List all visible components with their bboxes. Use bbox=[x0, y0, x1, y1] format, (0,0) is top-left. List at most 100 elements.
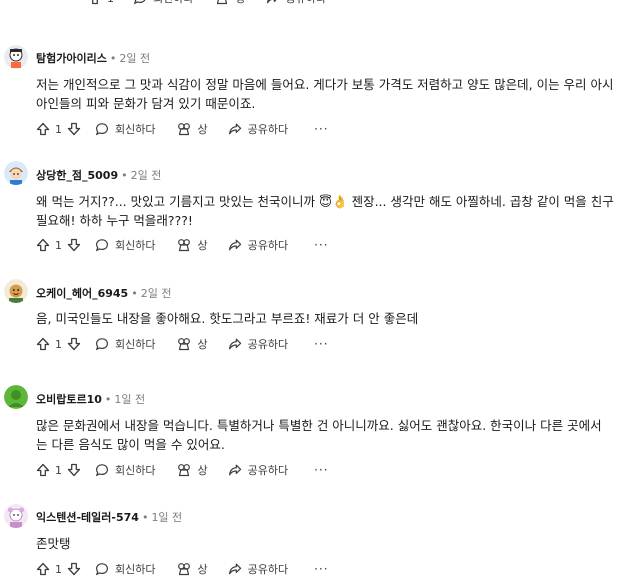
award-icon bbox=[178, 239, 191, 252]
reply-button[interactable]: 회신하다 bbox=[95, 561, 155, 577]
downvote-icon[interactable] bbox=[67, 238, 81, 252]
share-button[interactable]: 공유하다 bbox=[266, 0, 326, 6]
username[interactable]: 탐험가아이리스 bbox=[36, 50, 107, 66]
share-button[interactable]: 공유하다 bbox=[228, 237, 288, 253]
username[interactable]: 오케이_헤어_6945 bbox=[36, 285, 128, 301]
award-icon bbox=[178, 464, 191, 477]
comment-body: 저는 개인적으로 그 맛과 식감이 정말 마음에 들어요. 게다가 보통 가격도… bbox=[36, 75, 636, 113]
reply-button[interactable]: 회신하다 bbox=[133, 0, 193, 6]
share-label: 공유하다 bbox=[247, 464, 289, 477]
award-button[interactable]: 상 bbox=[177, 121, 208, 137]
comment-meta: 오케이_헤어_6945 • 2일 전 bbox=[36, 285, 171, 301]
action-bar: 1 회신하다 상 공유하다 ··· bbox=[36, 559, 329, 579]
reply-button[interactable]: 회신하다 bbox=[95, 237, 155, 253]
vote-count: 1 bbox=[55, 337, 62, 351]
comment-meta: 익스텐션-테일러-574 • 1일 전 bbox=[36, 509, 182, 525]
downvote-icon[interactable] bbox=[67, 562, 81, 576]
separator: • bbox=[104, 392, 112, 406]
username[interactable]: 오비랍토르10 bbox=[36, 391, 102, 407]
share-label: 공유하다 bbox=[286, 0, 326, 6]
comment-line: 왜 먹는 거지??... 맛있고 기름지고 맛있는 천국이니까 😇👌 젠장...… bbox=[36, 194, 614, 209]
timestamp[interactable]: 1일 전 bbox=[151, 509, 182, 525]
downvote-icon[interactable] bbox=[67, 122, 81, 136]
vote-count: 1 bbox=[55, 463, 62, 477]
comment-line: 는 다른 음식도 많이 먹을 수 있어요. bbox=[36, 437, 225, 452]
comment-line: 아인들의 피와 문화가 담겨 있기 때문이죠. bbox=[36, 96, 256, 111]
vote-count: 1 bbox=[55, 122, 62, 136]
vote-count: 1 bbox=[107, 0, 114, 5]
reply-label: 회신하다 bbox=[115, 239, 156, 252]
share-icon bbox=[228, 239, 241, 251]
share-button[interactable]: 공유하다 bbox=[228, 336, 288, 352]
upvote-icon[interactable] bbox=[88, 0, 102, 5]
reply-button[interactable]: 회신하다 bbox=[95, 121, 155, 137]
avatar[interactable] bbox=[4, 385, 28, 409]
share-label: 공유하다 bbox=[247, 123, 289, 136]
award-label: 상 bbox=[197, 239, 208, 252]
vote-count: 1 bbox=[55, 238, 62, 252]
share-icon bbox=[266, 0, 277, 4]
action-bar: 1 회신하다 상 공유하다 ··· bbox=[88, 0, 367, 8]
reply-label: 회신하다 bbox=[153, 0, 193, 6]
vote-group: 1 bbox=[36, 122, 81, 136]
avatar[interactable] bbox=[4, 504, 28, 528]
comment-icon bbox=[133, 0, 146, 5]
more-options-button[interactable]: ··· bbox=[314, 238, 328, 252]
reply-button[interactable]: 회신하다 bbox=[95, 336, 155, 352]
vote-group: 1 bbox=[88, 0, 119, 5]
award-button[interactable]: 상 bbox=[177, 237, 208, 253]
upvote-icon[interactable] bbox=[36, 122, 50, 136]
share-button[interactable]: 공유하다 bbox=[228, 561, 288, 577]
award-button[interactable]: 상 bbox=[177, 462, 208, 478]
vote-group: 1 bbox=[36, 337, 81, 351]
comment-line: 음, 미국인들도 내장을 좋아해요. 핫도그라고 부르죠! 재료가 더 안 좋은… bbox=[36, 311, 419, 326]
downvote-icon[interactable] bbox=[67, 337, 81, 351]
comment-line: 존맛탱 bbox=[36, 536, 71, 551]
award-button[interactable]: 상 bbox=[177, 561, 208, 577]
share-icon bbox=[228, 464, 241, 476]
share-icon bbox=[228, 563, 241, 575]
avatar[interactable] bbox=[4, 279, 28, 303]
avatar[interactable] bbox=[4, 161, 28, 185]
reply-label: 회신하다 bbox=[115, 464, 156, 477]
award-label: 상 bbox=[197, 123, 208, 136]
award-label: 상 bbox=[197, 563, 208, 576]
username[interactable]: 익스텐션-테일러-574 bbox=[36, 509, 139, 525]
more-options-button[interactable]: ··· bbox=[314, 562, 328, 576]
timestamp[interactable]: 2일 전 bbox=[141, 285, 172, 301]
more-options-button[interactable]: ··· bbox=[352, 0, 366, 5]
comment-icon bbox=[95, 123, 109, 136]
more-options-button[interactable]: ··· bbox=[314, 122, 328, 136]
timestamp[interactable]: 2일 전 bbox=[131, 167, 162, 183]
reply-label: 회신하다 bbox=[115, 563, 156, 576]
timestamp[interactable]: 1일 전 bbox=[114, 391, 145, 407]
award-icon bbox=[178, 563, 191, 576]
award-button[interactable]: 상 bbox=[215, 0, 246, 6]
reply-label: 회신하다 bbox=[115, 338, 156, 351]
comment-body: 왜 먹는 거지??... 맛있고 기름지고 맛있는 천국이니까 😇👌 젠장...… bbox=[36, 192, 636, 230]
award-button[interactable]: 상 bbox=[177, 336, 208, 352]
award-icon bbox=[178, 123, 191, 136]
comment-icon bbox=[95, 464, 109, 477]
award-icon bbox=[217, 0, 228, 5]
comment-body: 존맛탱 bbox=[36, 534, 636, 553]
comment-icon bbox=[95, 239, 109, 252]
award-label: 상 bbox=[235, 0, 245, 6]
comment-body: 음, 미국인들도 내장을 좋아해요. 핫도그라고 부르죠! 재료가 더 안 좋은… bbox=[36, 309, 636, 328]
comment-body: 많은 문화권에서 내장을 먹습니다. 특별하거나 특별한 건 아니니까요. 싫어… bbox=[36, 416, 636, 454]
username[interactable]: 상당한_점_5009 bbox=[36, 167, 118, 183]
upvote-icon[interactable] bbox=[36, 463, 50, 477]
share-button[interactable]: 공유하다 bbox=[228, 121, 288, 137]
upvote-icon[interactable] bbox=[36, 337, 50, 351]
vote-group: 1 bbox=[36, 463, 81, 477]
more-options-button[interactable]: ··· bbox=[314, 337, 328, 351]
more-options-button[interactable]: ··· bbox=[314, 463, 328, 477]
upvote-icon[interactable] bbox=[36, 238, 50, 252]
reply-button[interactable]: 회신하다 bbox=[95, 462, 155, 478]
share-button[interactable]: 공유하다 bbox=[228, 462, 288, 478]
upvote-icon[interactable] bbox=[36, 562, 50, 576]
avatar[interactable] bbox=[4, 45, 28, 69]
timestamp[interactable]: 2일 전 bbox=[119, 50, 150, 66]
action-bar: 1 회신하다 상 공유하다 ··· bbox=[36, 460, 329, 480]
downvote-icon[interactable] bbox=[67, 463, 81, 477]
